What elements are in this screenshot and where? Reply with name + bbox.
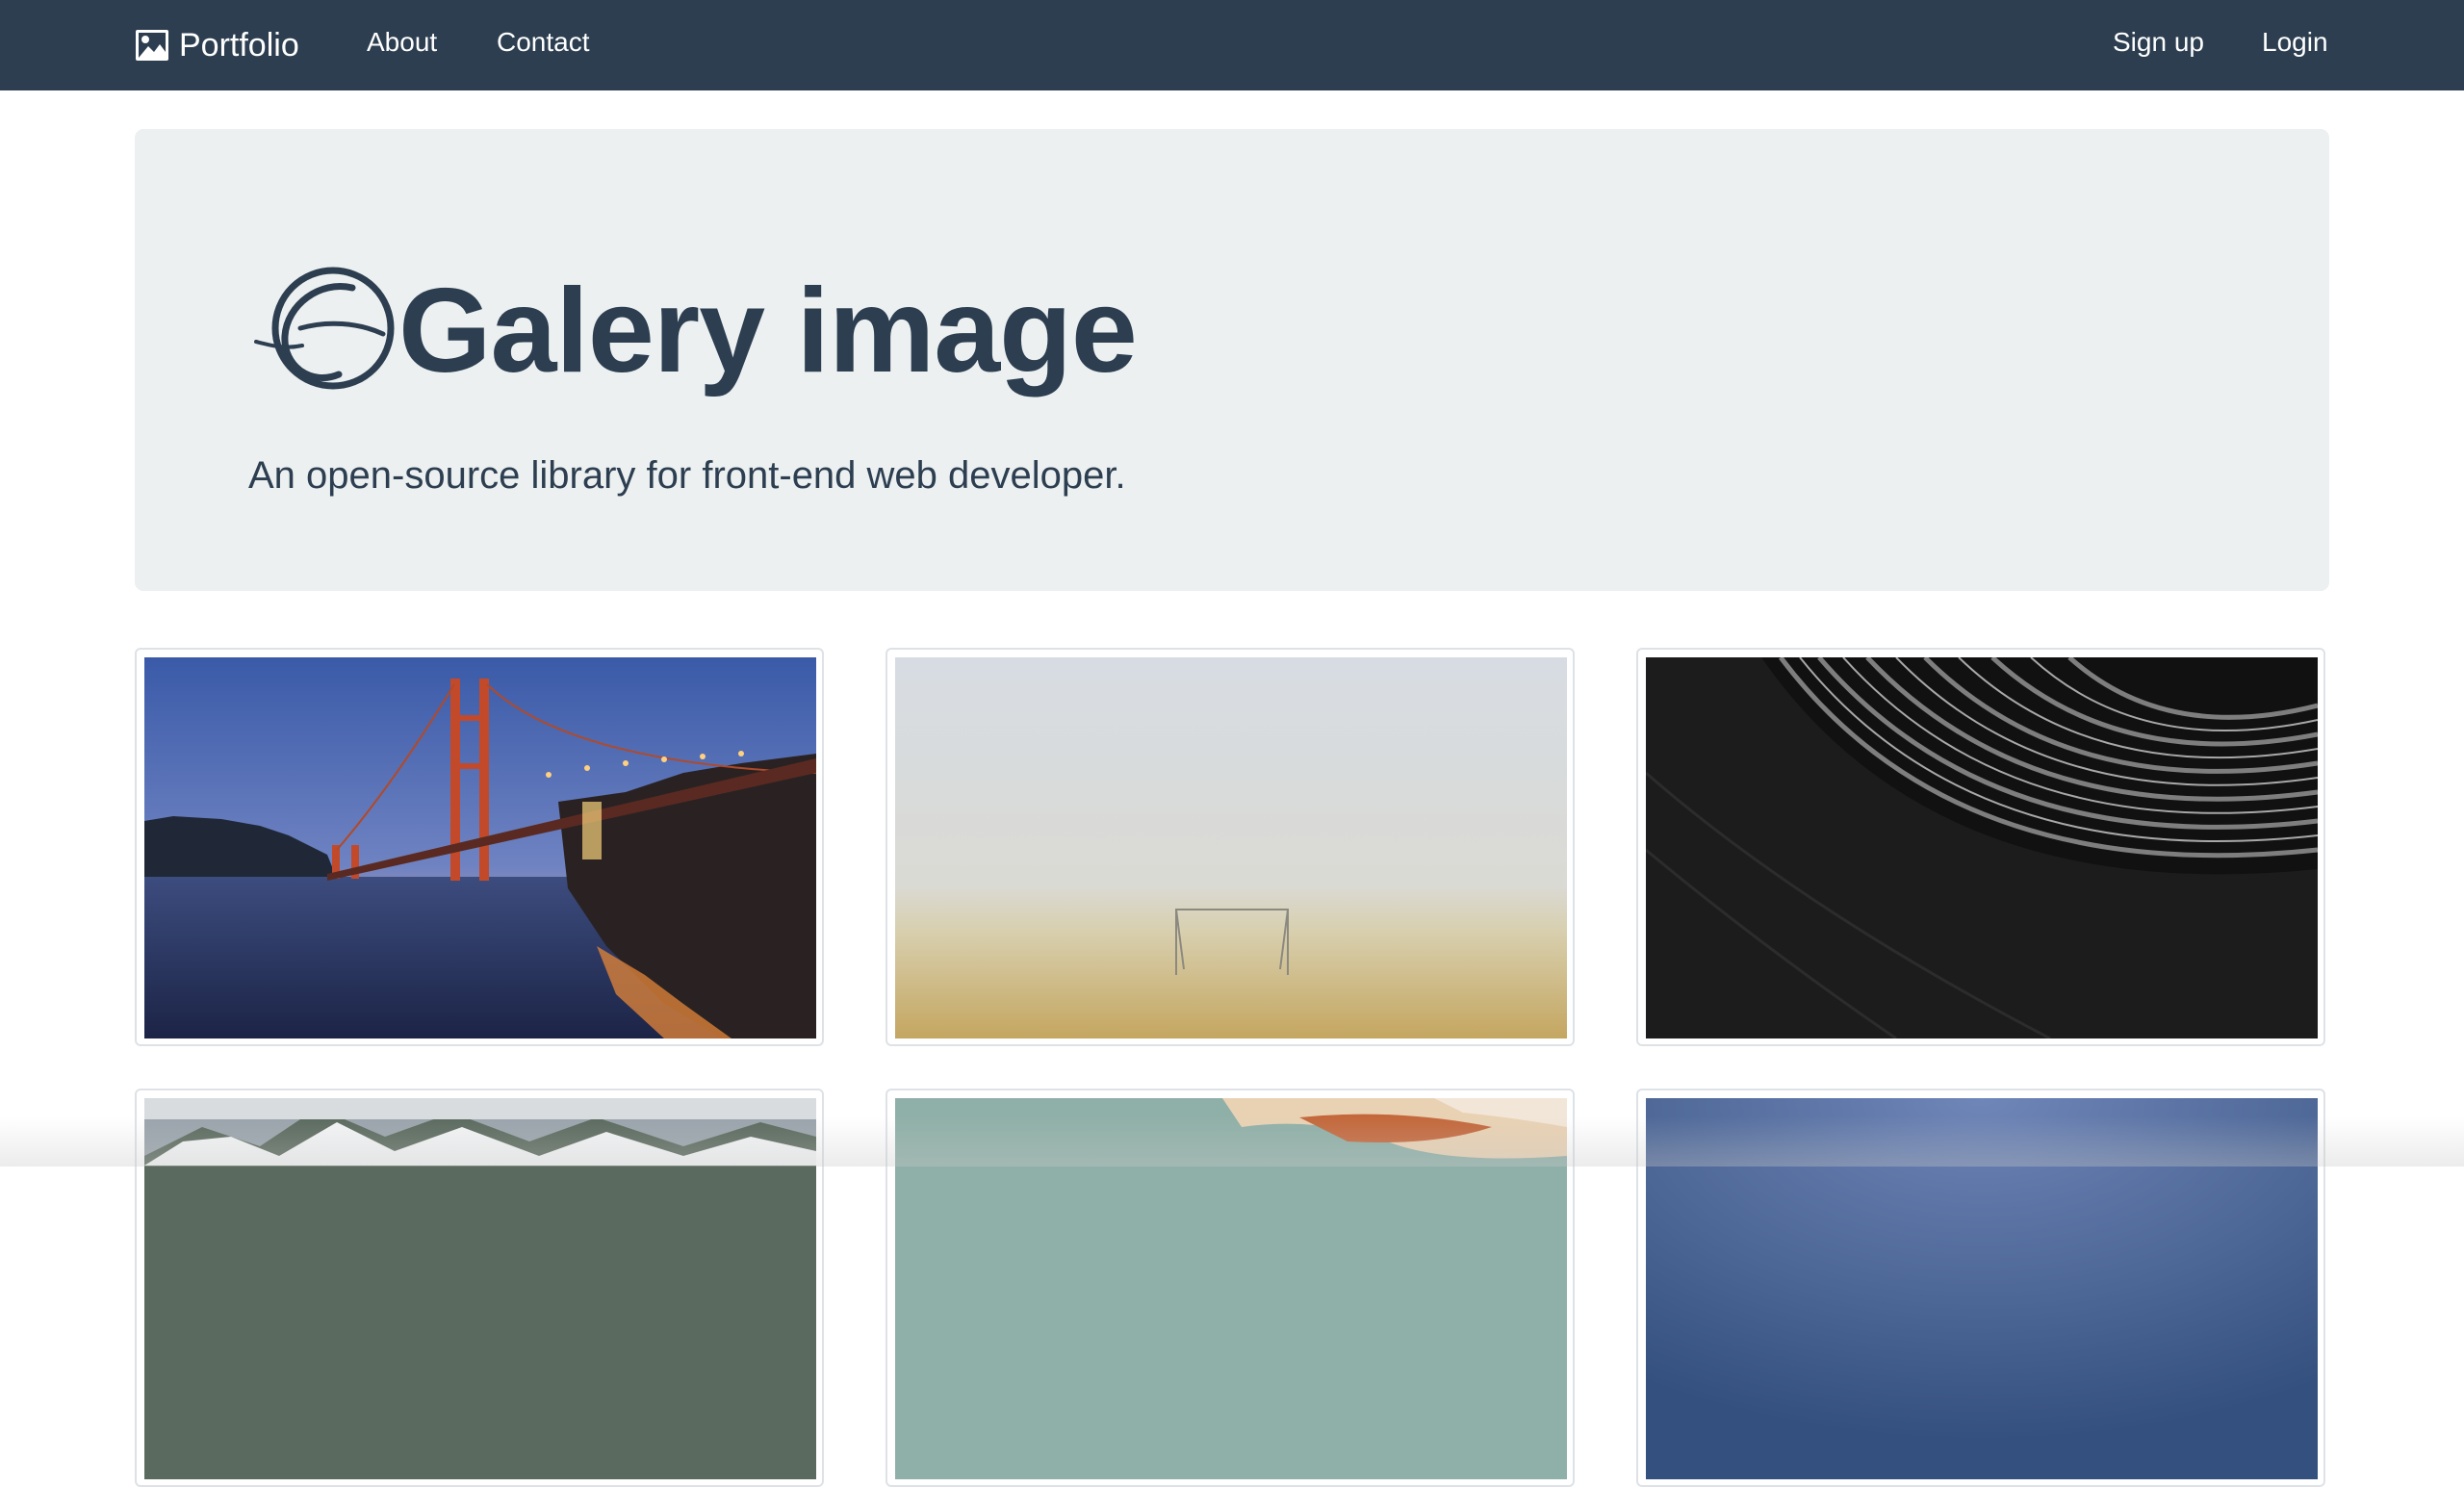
golden-gate-bridge-photo (144, 657, 816, 1038)
gallery-thumbnail[interactable] (135, 648, 824, 1046)
nav-link-sign-up[interactable]: Sign up (2113, 0, 2204, 90)
brand-label: Portfolio (179, 26, 299, 64)
gallery-thumbnail[interactable] (886, 648, 1575, 1046)
hero-lead-text: An open-source library for front-end web… (248, 454, 1126, 497)
gallery-thumbnail[interactable] (1636, 648, 2325, 1046)
circle-swoosh-logo-icon (254, 267, 395, 390)
hero-title-text: Galery image (398, 265, 1138, 397)
architecture-pattern-photo (1646, 657, 2318, 1038)
blue-sky-photo (1646, 1098, 2318, 1479)
top-navbar: Portfolio About Contact Sign up Login (0, 0, 2464, 90)
foggy-field-photo (895, 657, 1567, 1038)
nav-link-contact[interactable]: Contact (497, 0, 590, 90)
gallery-thumbnail[interactable] (135, 1089, 824, 1487)
sunset-clouds-photo (895, 1098, 1567, 1479)
nav-link-about[interactable]: About (367, 0, 437, 90)
brand-link[interactable]: Portfolio (135, 0, 299, 90)
nav-link-login[interactable]: Login (2262, 0, 2328, 90)
gallery-thumbnail[interactable] (886, 1089, 1575, 1487)
image-icon (136, 30, 168, 61)
hero-title: Galery image (252, 254, 1138, 408)
gallery-thumbnail[interactable] (1636, 1089, 2325, 1487)
hero-jumbotron: Galery image An open-source library for … (135, 129, 2329, 591)
snowy-mountains-photo (144, 1098, 816, 1479)
